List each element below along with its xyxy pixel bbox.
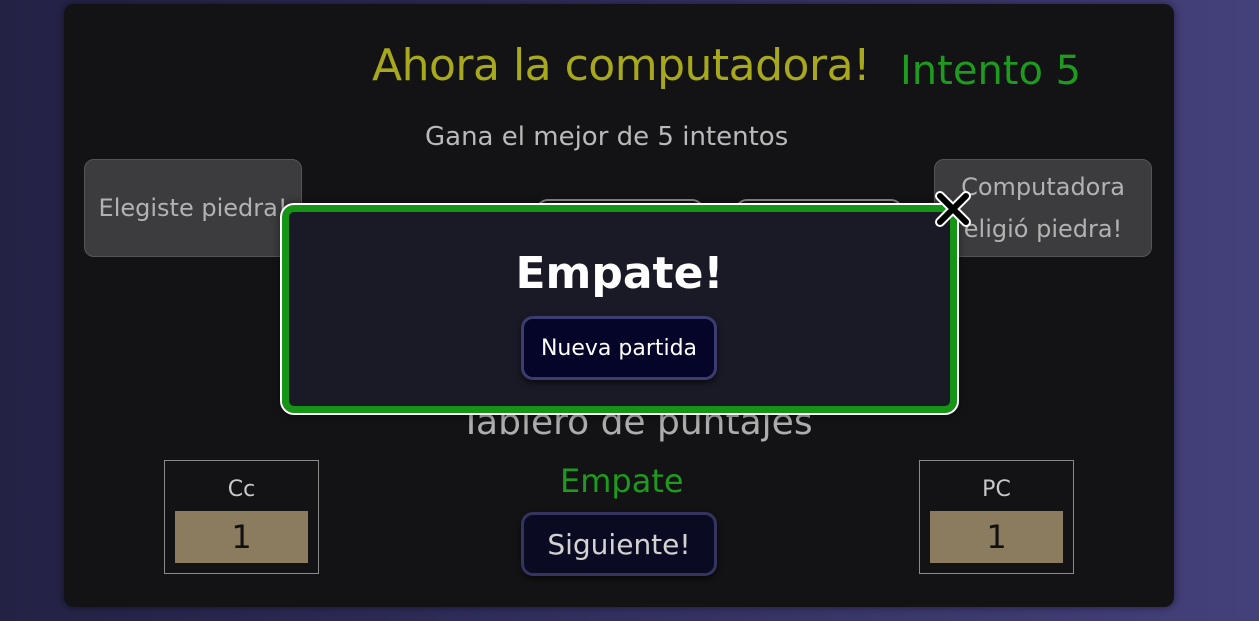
player-name: Cc	[227, 477, 256, 502]
computer-name: PC	[982, 477, 1011, 502]
player-choice-box: Elegiste piedra!	[84, 159, 302, 257]
next-button[interactable]: Siguiente!	[521, 512, 717, 576]
attempt-counter: Intento 5	[900, 48, 1082, 94]
player-choice-text: Elegiste piedra!	[98, 194, 288, 222]
round-result: Empate	[560, 462, 684, 500]
modal-title: Empate!	[515, 248, 724, 299]
computer-score-card: PC 1	[919, 460, 1074, 574]
page-title: Ahora la computadora!	[372, 40, 871, 91]
player-score-card: Cc 1	[164, 460, 319, 574]
new-game-button[interactable]: Nueva partida	[521, 316, 717, 380]
computer-score: 1	[930, 511, 1063, 563]
player-score: 1	[175, 511, 308, 563]
result-modal: Empate! Nueva partida	[280, 203, 959, 415]
game-subtitle: Gana el mejor de 5 intentos	[425, 122, 789, 152]
close-icon[interactable]	[932, 186, 976, 230]
